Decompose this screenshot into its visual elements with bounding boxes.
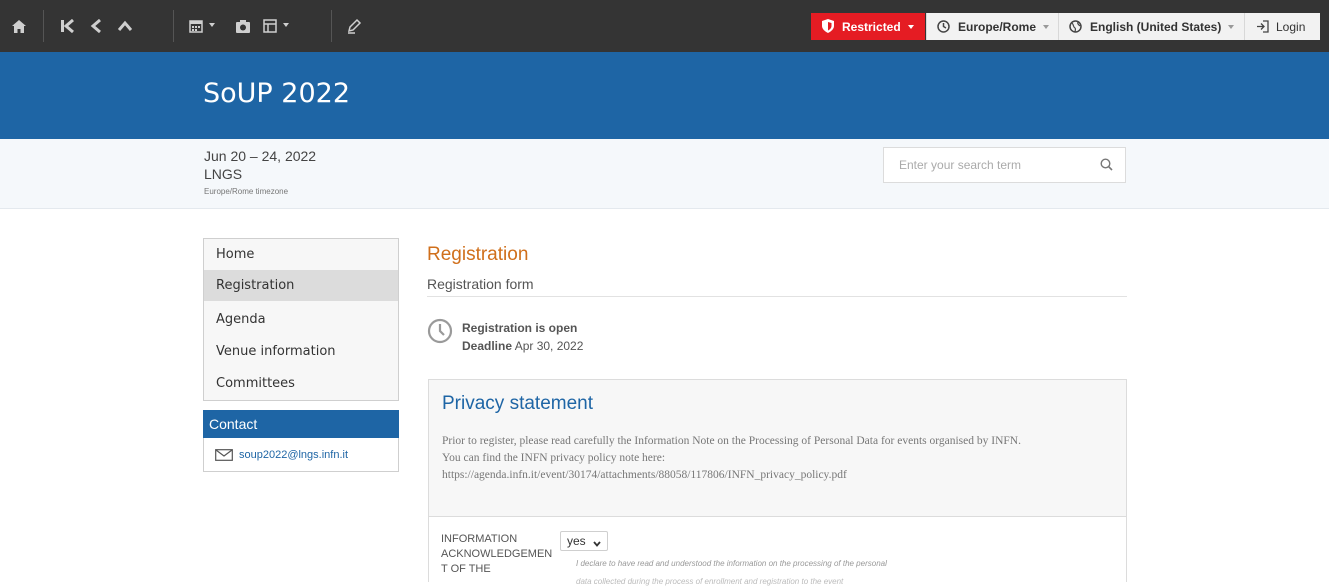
privacy-line: You can find the INFN privacy policy not… <box>442 452 666 464</box>
privacy-acknowledgement-row: INFORMATION ACKNOWLEDGEMEN T OF THE yes … <box>429 517 1126 586</box>
privacy-title: Privacy statement <box>442 393 593 414</box>
select-value: yes <box>567 534 586 548</box>
event-info-band: Jun 20 – 24, 2022 LNGS Europe/Rome timez… <box>0 139 1329 209</box>
up-icon[interactable] <box>118 16 132 36</box>
privacy-text: Prior to register, please read carefully… <box>442 433 1107 484</box>
privacy-statement-section: Privacy statement Prior to register, ple… <box>428 379 1127 586</box>
chevron-down-icon <box>907 24 914 29</box>
sidebar-item-committees[interactable]: Committees <box>204 368 398 399</box>
sidebar-item-registration[interactable]: Registration <box>204 270 398 301</box>
sidebar-item-agenda[interactable]: Agenda <box>204 304 398 335</box>
envelope-icon <box>215 449 233 461</box>
sidebar-menu: Home Registration Agenda Venue informati… <box>203 238 399 401</box>
top-toolbar: Restricted Europe/Rome English (United S… <box>0 0 1329 52</box>
acknowledgement-select[interactable]: yes <box>560 531 608 551</box>
page-subtitle: Registration form <box>427 276 534 292</box>
chevron-down-icon[interactable] <box>209 23 215 27</box>
login-label: Login <box>1276 19 1306 34</box>
timezone-menu[interactable]: Europe/Rome <box>926 13 1058 40</box>
sidebar-item-venue-information[interactable]: Venue information <box>204 336 398 367</box>
contact-email-link[interactable]: soup2022@lngs.infn.it <box>215 449 348 461</box>
divider <box>427 296 1127 297</box>
clock-icon <box>937 20 950 33</box>
camera-icon[interactable] <box>236 16 250 36</box>
back-icon[interactable] <box>90 16 102 36</box>
first-page-icon[interactable] <box>60 16 74 36</box>
search-icon[interactable] <box>1100 158 1113 176</box>
login-button[interactable]: Login <box>1244 13 1320 40</box>
field-label: INFORMATION ACKNOWLEDGEMEN T OF THE <box>441 533 553 575</box>
calendar-icon[interactable] <box>189 16 203 36</box>
toolbar-separator <box>331 10 332 42</box>
event-title[interactable]: SoUP 2022 <box>203 78 350 109</box>
language-menu[interactable]: English (United States) <box>1058 13 1244 40</box>
toolbar-separator <box>43 10 44 42</box>
chevron-down-icon <box>1228 24 1235 29</box>
layout-icon[interactable] <box>263 16 277 36</box>
chevron-down-icon[interactable] <box>283 23 289 27</box>
registration-deadline: Deadline Apr 30, 2022 <box>462 339 583 353</box>
clock-icon <box>427 318 453 349</box>
contact-box: Contact soup2022@lngs.infn.it <box>203 410 399 472</box>
privacy-line: Prior to register, please read carefully… <box>442 435 1021 447</box>
login-icon <box>1256 20 1269 33</box>
restricted-label: Restricted <box>842 19 901 34</box>
event-venue: LNGS <box>204 166 243 182</box>
event-header: SoUP 2022 <box>0 52 1329 139</box>
event-dates: Jun 20 – 24, 2022 <box>204 148 317 164</box>
event-timezone: Europe/Rome timezone <box>204 187 289 196</box>
contact-heading: Contact <box>203 410 399 438</box>
search-box <box>883 147 1126 183</box>
deadline-value: Apr 30, 2022 <box>514 339 584 353</box>
chevron-down-icon <box>1043 24 1050 29</box>
contact-email: soup2022@lngs.infn.it <box>239 449 349 461</box>
language-label: English (United States) <box>1090 19 1222 34</box>
page-title: Registration <box>427 244 529 265</box>
registration-status: Registration is open <box>462 321 578 335</box>
sidebar-item-home[interactable]: Home <box>204 239 398 270</box>
privacy-policy-url[interactable]: https://agenda.infn.it/event/30174/attac… <box>442 467 1107 484</box>
restricted-button[interactable]: Restricted <box>811 13 925 40</box>
globe-icon <box>1069 20 1082 33</box>
declaration-text: I declare to have read and understood th… <box>576 559 887 568</box>
search-input[interactable] <box>884 148 1089 182</box>
toolbar-separator <box>173 10 174 42</box>
shield-icon <box>822 19 834 36</box>
deadline-label: Deadline <box>462 339 513 353</box>
timezone-label: Europe/Rome <box>958 19 1037 34</box>
home-icon[interactable] <box>12 16 26 36</box>
edit-icon[interactable] <box>346 16 362 36</box>
chevron-down-icon <box>593 537 601 551</box>
